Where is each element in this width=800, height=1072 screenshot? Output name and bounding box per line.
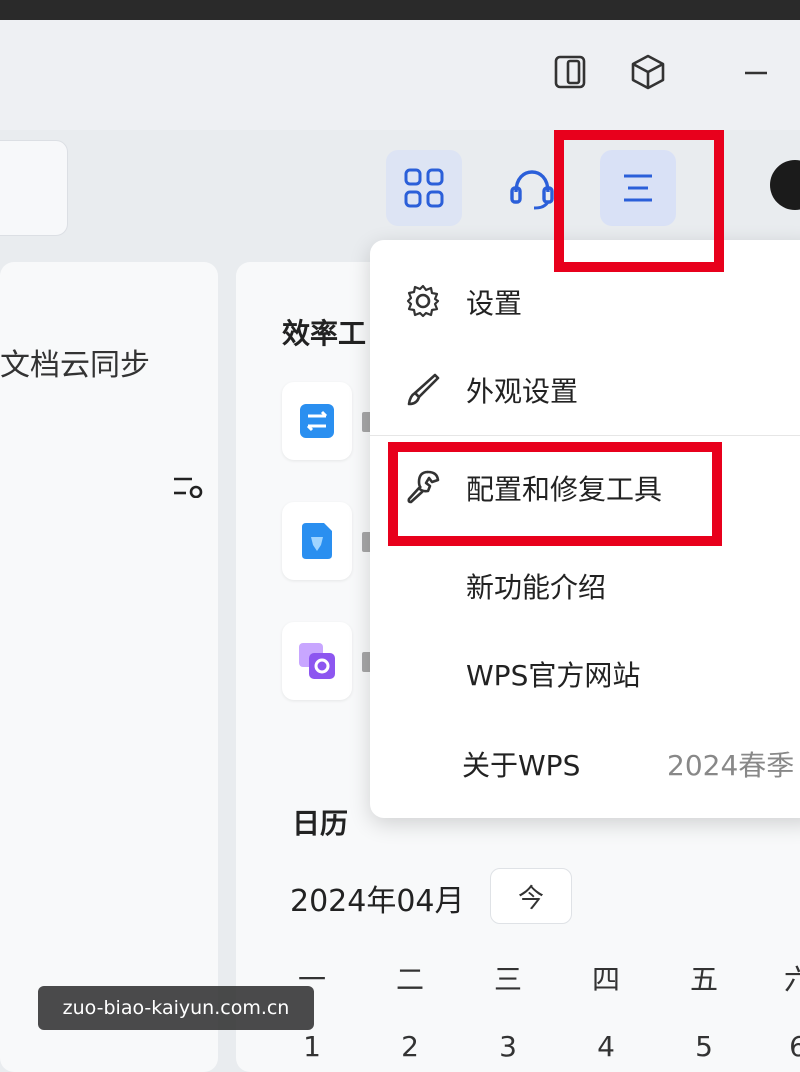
brush-icon [404, 370, 442, 408]
menu-item-about[interactable]: 关于WPS 2024春季 [370, 728, 800, 798]
tool-tile-image[interactable] [282, 622, 352, 700]
menu-item-label: 关于WPS [462, 749, 581, 782]
version-label: 2024春季 [667, 749, 795, 782]
image-tool-icon [299, 643, 335, 679]
calendar-day[interactable]: 1 [282, 1030, 342, 1063]
menu-item-official-site[interactable]: WPS官方网站 [370, 638, 800, 708]
filter-settings-icon[interactable] [172, 474, 206, 502]
menu-divider [370, 435, 800, 436]
menu-item-label: WPS官方网站 [466, 659, 641, 692]
cube-icon[interactable] [628, 52, 668, 92]
today-button[interactable]: 今 [490, 868, 572, 924]
calendar-day[interactable]: 6 [768, 1030, 800, 1063]
weekday-label: 二 [395, 963, 424, 996]
screen-bezel [0, 0, 800, 20]
menu-item-label: 设置 [466, 287, 523, 320]
efficiency-tools-title: 效率工 [282, 317, 367, 350]
headset-icon [510, 170, 554, 210]
calendar-day[interactable]: 5 [674, 1030, 734, 1063]
watermark-caption: zuo-biao-kaiyun.com.cn [38, 986, 314, 1030]
tool-tile-convert[interactable] [282, 382, 352, 460]
menu-item-new-features[interactable]: 新功能介绍 [370, 550, 800, 620]
search-box[interactable] [0, 140, 68, 236]
convert-icon [300, 404, 334, 438]
device-icon[interactable] [550, 52, 590, 92]
calendar-day[interactable]: 4 [576, 1030, 636, 1063]
document-tool-icon [302, 523, 332, 559]
highlight-box-menu-button [554, 130, 724, 272]
weekday-label: 三 [493, 963, 522, 996]
calendar-title: 日历 [292, 807, 349, 840]
weekday-label: 六 [783, 963, 800, 996]
menu-item-settings[interactable]: 设置 [370, 266, 800, 336]
tool-tile-document[interactable] [282, 502, 352, 580]
user-avatar[interactable] [770, 160, 800, 210]
menu-item-label: 外观设置 [466, 375, 579, 408]
weekday-label: 四 [591, 963, 620, 996]
calendar-month: 2024年04月 [290, 884, 465, 919]
apps-button[interactable] [386, 150, 462, 226]
highlight-box-config-repair [388, 442, 722, 546]
apps-grid-icon [404, 168, 444, 208]
minimize-icon[interactable] [736, 52, 776, 92]
calendar-day[interactable]: 3 [478, 1030, 538, 1063]
gear-icon [404, 282, 442, 320]
title-bar [0, 20, 800, 130]
weekday-label: 五 [689, 963, 718, 996]
cloud-sync-label: 文档云同步 [0, 348, 150, 383]
menu-item-appearance[interactable]: 外观设置 [370, 354, 800, 424]
menu-item-label: 新功能介绍 [466, 571, 607, 604]
calendar-day[interactable]: 2 [380, 1030, 440, 1063]
